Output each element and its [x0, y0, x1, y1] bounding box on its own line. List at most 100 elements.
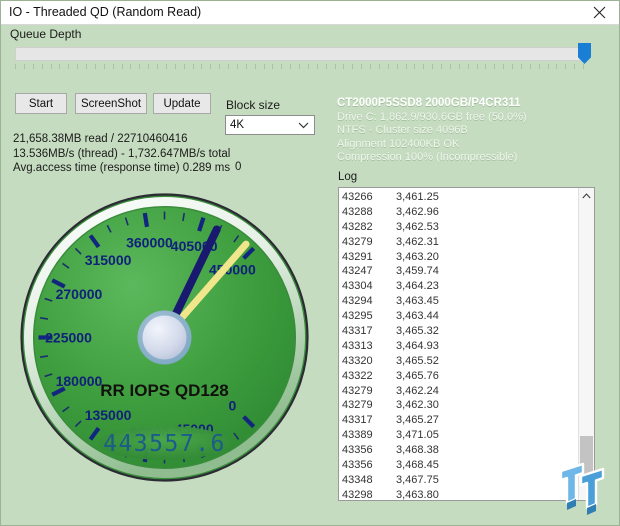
slider-track[interactable]	[15, 47, 585, 61]
log-row: 432793,462.30	[342, 398, 572, 413]
log-iops: 43282	[342, 220, 396, 235]
slider-tick	[423, 64, 424, 69]
slider-tick	[468, 64, 469, 69]
slider-tick	[352, 64, 353, 69]
slider-tick	[317, 64, 318, 69]
log-iops: 43348	[342, 473, 396, 488]
start-button[interactable]: Start	[15, 93, 67, 114]
lcd-value: 443557.6	[103, 431, 226, 457]
slider-tick	[166, 64, 167, 69]
slider-tick	[308, 64, 309, 69]
stat-read-total: 21,658.38MB read / 22710460416	[13, 132, 230, 147]
log-iops: 43389	[342, 428, 396, 443]
block-size-select[interactable]: 4K	[225, 115, 315, 135]
log-row: 432793,462.31	[342, 235, 572, 250]
slider-tick	[432, 64, 433, 69]
stat-access-time: Avg.access time (response time) 0.289 ms	[13, 161, 230, 176]
slider-ticks	[15, 64, 587, 70]
slider-tick	[122, 64, 123, 69]
log-mbs: 3,468.45	[396, 458, 456, 473]
slider-tick	[281, 64, 282, 69]
log-iops: 43322	[342, 369, 396, 384]
log-panel[interactable]: 432663,461.25432883,462.96432823,462.534…	[338, 187, 595, 501]
log-row: 433173,465.27	[342, 413, 572, 428]
close-button[interactable]	[577, 1, 620, 24]
slider-tick	[237, 64, 238, 69]
log-list: 432663,461.25432883,462.96432823,462.534…	[342, 190, 572, 501]
log-mbs: 3,465.76	[396, 369, 456, 384]
slider-tick	[290, 64, 291, 69]
log-iops: 43294	[342, 294, 396, 309]
log-iops: 43298	[342, 488, 396, 501]
log-iops: 43247	[342, 264, 396, 279]
gauge-hub	[143, 316, 187, 360]
window-title: IO - Threaded QD (Random Read)	[9, 5, 201, 19]
log-mbs: 3,463.44	[396, 309, 456, 324]
slider-tick	[556, 64, 557, 69]
slider-tick	[104, 64, 105, 69]
log-iops: 43313	[342, 339, 396, 354]
log-label: Log	[338, 171, 357, 183]
log-row: 433133,464.93	[342, 339, 572, 354]
slider-tick	[272, 64, 273, 69]
slider-tick	[24, 64, 25, 69]
update-button[interactable]: Update	[153, 93, 211, 114]
log-row: 432883,462.96	[342, 205, 572, 220]
log-mbs: 3,462.24	[396, 384, 456, 399]
log-mbs: 3,464.93	[396, 339, 456, 354]
log-row: 433563,468.38	[342, 443, 572, 458]
scroll-up-button[interactable]	[579, 188, 594, 204]
slider-tick	[326, 64, 327, 69]
log-row: 433483,467.75	[342, 473, 572, 488]
screenshot-button[interactable]: ScreenShot	[75, 93, 147, 114]
log-row: 432823,462.53	[342, 220, 572, 235]
slider-tick	[450, 64, 451, 69]
drive-compression: Compression 100% (Incompressible)	[337, 151, 527, 165]
slider-tick	[521, 64, 522, 69]
slider-tick	[113, 64, 114, 69]
slider-tick	[379, 64, 380, 69]
log-mbs: 3,462.30	[396, 398, 456, 413]
drive-info-panel: CT2000P5SSD8 2000GB/P4CR311 Drive C: 1,8…	[337, 97, 527, 165]
log-row: 433563,468.45	[342, 458, 572, 473]
slider-tick	[139, 64, 140, 69]
log-row: 433223,465.76	[342, 369, 572, 384]
log-row: 432473,459.74	[342, 264, 572, 279]
log-mbs: 3,461.25	[396, 190, 456, 205]
slider-tick	[512, 64, 513, 69]
slider-tick	[397, 64, 398, 69]
log-scrollbar[interactable]	[578, 188, 594, 500]
chevron-up-icon	[582, 193, 591, 199]
title-bar: IO - Threaded QD (Random Read)	[1, 1, 620, 25]
drive-alignment: Alignment 102400KB OK	[337, 138, 527, 152]
slider-tick	[343, 64, 344, 69]
gauge-caption: RR IOPS QD128	[100, 381, 229, 400]
log-mbs: 3,464.23	[396, 279, 456, 294]
slider-tick	[485, 64, 486, 69]
log-row: 432983,463.80	[342, 488, 572, 501]
log-mbs: 3,462.31	[396, 235, 456, 250]
gauge-major-tick	[145, 213, 147, 227]
slider-tick	[193, 64, 194, 69]
stat-counter: 0	[235, 161, 241, 173]
slider-tick	[299, 64, 300, 69]
slider-tick	[59, 64, 60, 69]
log-iops: 43279	[342, 235, 396, 250]
slider-tick	[548, 64, 549, 69]
log-row: 432953,463.44	[342, 309, 572, 324]
slider-tick	[264, 64, 265, 69]
log-iops: 43320	[342, 354, 396, 369]
log-mbs: 3,462.96	[396, 205, 456, 220]
slider-tick	[51, 64, 52, 69]
log-mbs: 3,468.38	[396, 443, 456, 458]
log-row: 432663,461.25	[342, 190, 572, 205]
log-mbs: 3,462.53	[396, 220, 456, 235]
slider-tick	[33, 64, 34, 69]
log-mbs: 3,463.20	[396, 250, 456, 265]
slider-tick	[228, 64, 229, 69]
drive-model: CT2000P5SSD8 2000GB/P4CR311	[337, 97, 527, 111]
queue-depth-slider[interactable]	[15, 45, 587, 73]
tweaktown-logo	[557, 459, 613, 519]
log-iops: 43304	[342, 279, 396, 294]
stat-throughput: 13.536MB/s (thread) - 1,732.647MB/s tota…	[13, 147, 230, 162]
